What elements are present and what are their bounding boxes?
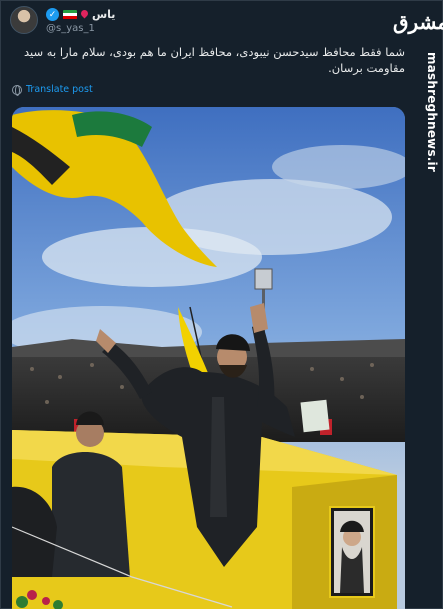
watermark-logo: مشرق [393, 10, 443, 34]
name-row[interactable]: ✓ یاس [46, 8, 115, 21]
tweet-text: شما فقط محافظ سیدحسن نیبودی، محافظ ایران… [24, 45, 405, 75]
location-pin-icon [81, 10, 88, 19]
iran-flag-icon [63, 9, 77, 20]
translate-post-link[interactable]: Translate post [12, 84, 93, 96]
verified-badge-icon: ✓ [46, 8, 59, 21]
user-handle[interactable]: @s_yas_1 [46, 23, 95, 34]
globe-icon [12, 84, 22, 96]
avatar[interactable] [10, 6, 38, 34]
tweet-photo[interactable] [12, 107, 405, 609]
translate-label: Translate post [26, 84, 93, 95]
display-name[interactable]: یاس [92, 8, 115, 21]
watermark-url: mashreghnews.ir [425, 52, 439, 172]
tweet-header: ✓ یاس @s_yas_1 [10, 6, 385, 38]
funeral-crowd-photo [12, 107, 405, 609]
